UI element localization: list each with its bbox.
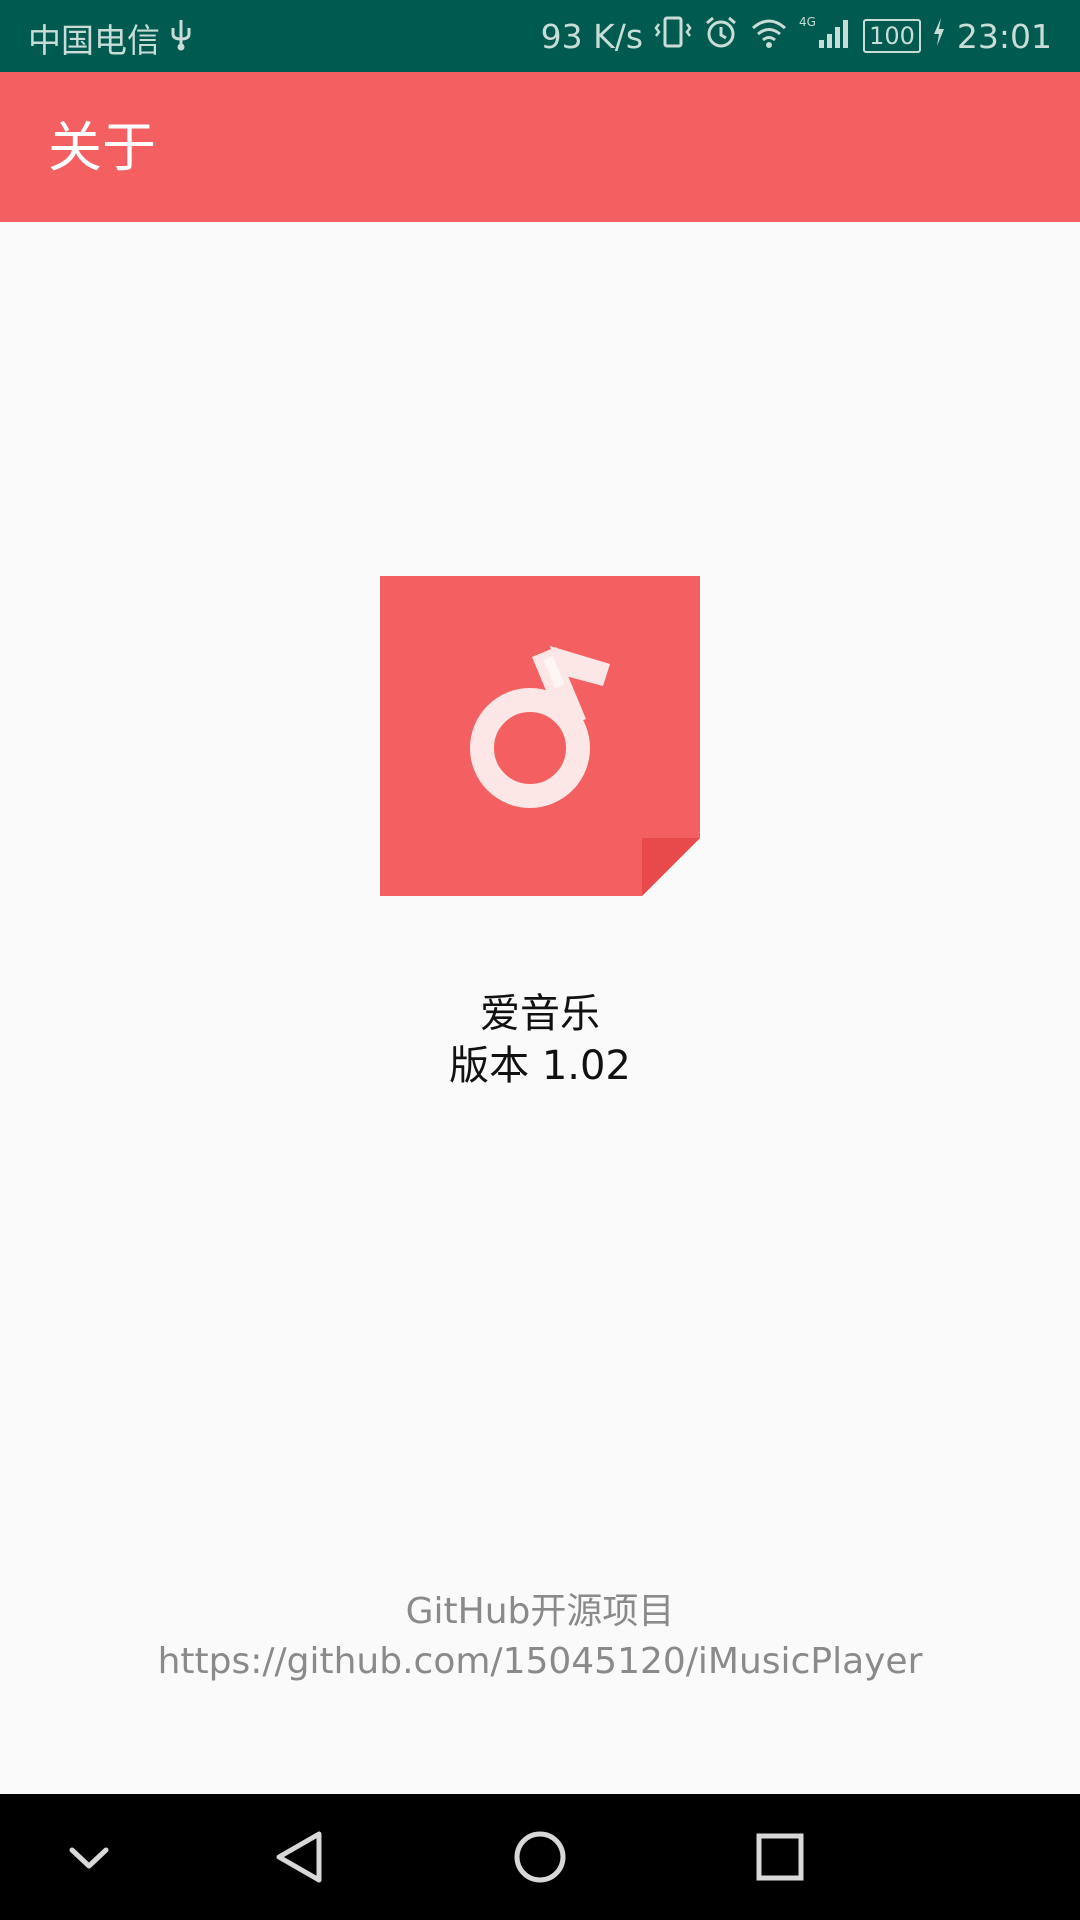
net-speed: 93 K/s (540, 16, 644, 56)
carrier-label: 中国电信 (28, 21, 160, 60)
music-note-icon (380, 576, 700, 896)
status-left: 中国电信 (28, 14, 194, 62)
wifi-icon (749, 14, 789, 58)
clock: 23:01 (956, 16, 1052, 56)
app-version: 版本 1.02 (449, 1043, 631, 1089)
alarm-icon (703, 14, 739, 58)
status-right: 93 K/s 4G 100 23:01 (541, 14, 1052, 58)
signal-icon: 4G (799, 14, 853, 58)
github-link[interactable]: https://github.com/15045120/iMusicPlayer (0, 1638, 1080, 1686)
network-type-label: 4G (799, 15, 816, 29)
status-bar: 中国电信 93 K/s 4G 100 23:01 (0, 0, 1080, 72)
charging-icon (931, 14, 947, 58)
navigation-bar (0, 1794, 1080, 1920)
battery-indicator: 100 (863, 19, 921, 53)
recents-icon[interactable] (743, 1820, 817, 1894)
app-name: 爱音乐 (480, 991, 600, 1037)
page-title: 关于 (48, 116, 156, 179)
usb-icon (168, 16, 194, 60)
vibrate-icon (653, 14, 693, 58)
chevron-down-icon[interactable] (52, 1820, 126, 1894)
app-logo (380, 576, 700, 896)
back-icon[interactable] (263, 1820, 337, 1894)
open-source-title: GitHub开源项目 (405, 1591, 675, 1632)
about-screen: 中国电信 93 K/s 4G 100 23:01 关于 爱音乐 版本 1.02 … (0, 0, 1080, 1920)
home-icon[interactable] (503, 1820, 577, 1894)
app-bar: 关于 (0, 72, 1080, 222)
